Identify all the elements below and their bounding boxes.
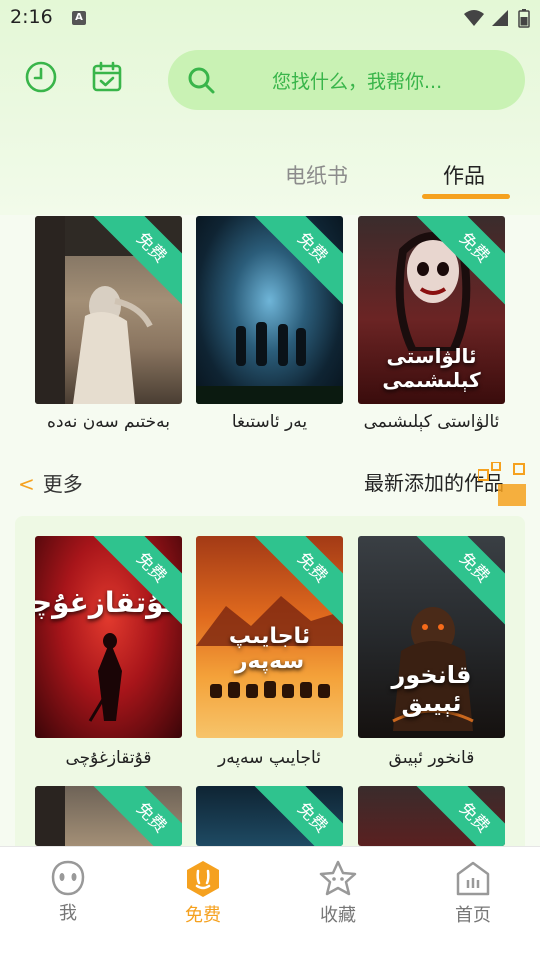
book-cover: ئاجايىپ سەپەر 免费 xyxy=(196,536,343,738)
signal-icon xyxy=(492,10,508,26)
nav-item-favorites[interactable]: 收藏 xyxy=(298,859,378,927)
search-icon xyxy=(188,67,215,94)
nav-label: 我 xyxy=(59,903,77,924)
star-icon xyxy=(319,860,357,896)
floating-widget-icon[interactable] xyxy=(478,462,526,506)
book-cover: قۇتقازغۇچى 免费 xyxy=(35,536,182,738)
free-badge: 免费 xyxy=(415,786,505,846)
battery-icon xyxy=(518,9,530,28)
book-title: قانخور ئېيىق xyxy=(388,748,475,768)
book-title: يەر ئاستىغا xyxy=(231,412,308,432)
calendar-check-icon[interactable] xyxy=(90,60,124,94)
book-card[interactable]: 免费 بەختىم سەن نەدە xyxy=(35,216,182,432)
book-card[interactable]: ئاجايىپ سەپەر 免费 ئاجايىپ سەپەر xyxy=(196,536,343,768)
search-placeholder: 您找什么，我帮你... xyxy=(272,71,443,93)
book-card[interactable]: قۇتقازغۇچى 免费 قۇتقازغۇچى xyxy=(35,536,182,768)
status-bar: 2:16 A xyxy=(0,0,540,36)
nav-item-me[interactable]: 我 xyxy=(28,859,108,925)
search-bar[interactable]: 您找什么，我帮你... xyxy=(168,50,525,110)
nav-label: 收藏 xyxy=(320,905,356,926)
book-title: بەختىم سەن نەدە xyxy=(47,412,170,432)
book-card[interactable]: 免费 xyxy=(196,786,343,846)
status-time: 2:16 xyxy=(10,6,53,28)
wifi-icon xyxy=(464,10,484,26)
home-icon xyxy=(456,861,490,896)
bottom-navigation: 我 免费 收藏 首页 xyxy=(0,846,540,960)
nav-label: 免费 xyxy=(185,905,221,926)
rabbit-icon xyxy=(187,861,219,897)
nav-item-free[interactable]: 免费 xyxy=(163,859,243,927)
book-cover: 免费 xyxy=(196,786,343,846)
more-link[interactable]: < 更多 xyxy=(18,468,83,497)
book-cover: ئالۋاستى كېلىشىمى 免费 xyxy=(358,216,505,404)
nav-label: 首页 xyxy=(455,905,491,926)
book-title: قۇتقازغۇچى xyxy=(65,748,152,768)
cover-title: ئالۋاستى كېلىشىمى xyxy=(382,344,481,392)
book-card[interactable]: 免费 يەر ئاستىغا xyxy=(196,216,343,432)
book-card[interactable]: 免费 xyxy=(358,786,505,846)
book-cover: 免费 xyxy=(196,216,343,404)
book-card[interactable]: 免费 xyxy=(35,786,182,846)
cover-title: قانخور ئېيىق xyxy=(391,661,472,717)
book-cover: قانخور ئېيىق 免费 xyxy=(358,536,505,738)
book-cover: 免费 xyxy=(35,216,182,404)
notification-a-icon: A xyxy=(72,11,86,25)
free-badge: 免费 xyxy=(92,786,182,846)
active-tab-indicator xyxy=(422,194,510,199)
book-card[interactable]: قانخور ئېيىق 免费 قانخور ئېيىق xyxy=(358,536,505,768)
book-title: ئاجايىپ سەپەر xyxy=(218,748,321,768)
book-title: ئالۋاستى كېلىشىمى xyxy=(363,412,500,432)
book-card[interactable]: ئالۋاستى كېلىشىمى 免费 ئالۋاستى كېلىشىمى xyxy=(358,216,505,432)
nav-item-home[interactable]: 首页 xyxy=(433,859,513,927)
free-badge: 免费 xyxy=(253,216,343,307)
face-icon xyxy=(51,860,85,896)
free-badge: 免费 xyxy=(253,786,343,846)
clock-history-icon[interactable] xyxy=(24,60,58,94)
tab-ebook[interactable]: 电纸书 xyxy=(285,160,348,190)
book-cover: 免费 xyxy=(35,786,182,846)
tab-works[interactable]: 作品 xyxy=(443,160,485,190)
more-label: 更多 xyxy=(42,472,83,496)
book-cover: 免费 xyxy=(358,786,505,846)
chevron-left-icon: < xyxy=(18,472,35,496)
